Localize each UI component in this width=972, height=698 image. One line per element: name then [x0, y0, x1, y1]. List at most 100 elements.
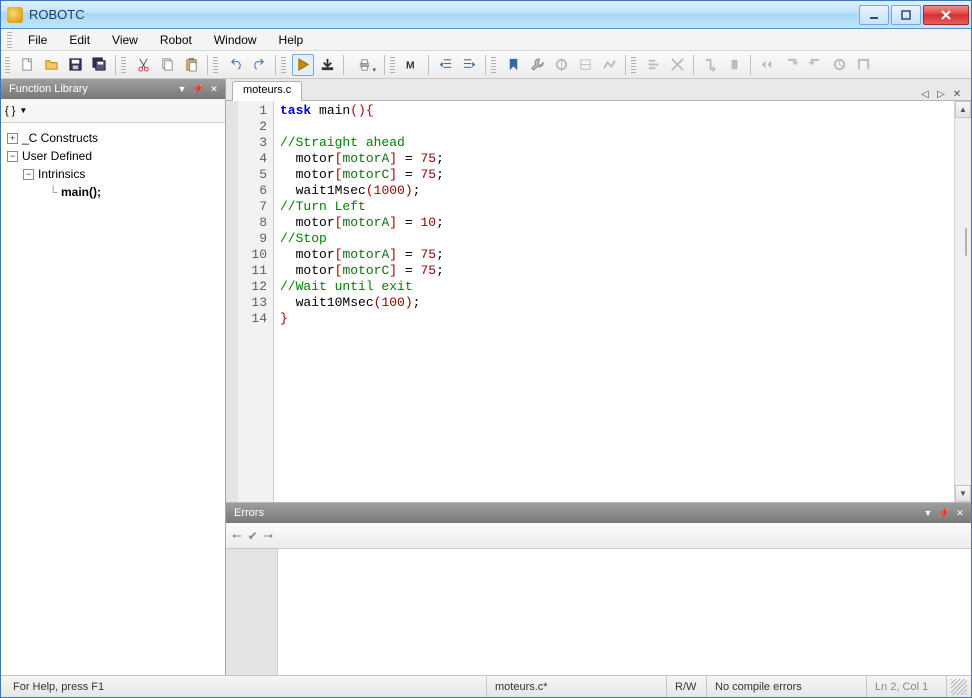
undo-button[interactable] — [224, 54, 246, 76]
tab-next-button[interactable]: ▷ — [933, 89, 949, 100]
menu-view[interactable]: View — [102, 31, 148, 49]
tab-close-button[interactable]: ✕ — [949, 89, 965, 100]
expand-icon[interactable]: + — [7, 133, 18, 144]
tree-node-constructs[interactable]: + _C Constructs — [1, 129, 225, 147]
statusbar: For Help, press F1 moteurs.c* R/W No com… — [1, 675, 971, 697]
editor-area: moteurs.c ◁ ▷ ✕ 1234567891011121314 task… — [226, 79, 971, 675]
status-help: For Help, press F1 — [5, 676, 487, 697]
dropdown-icon[interactable]: ▼ — [921, 506, 935, 520]
editor-margin — [226, 101, 238, 502]
open-file-button[interactable] — [40, 54, 62, 76]
code-content[interactable]: task main(){//Straight ahead motor[motor… — [274, 101, 954, 502]
menu-window[interactable]: Window — [204, 31, 267, 49]
copy-button[interactable] — [156, 54, 178, 76]
file-tab[interactable]: moteurs.c — [232, 81, 302, 101]
run-button-4[interactable] — [828, 54, 850, 76]
toolbar-grip-2[interactable] — [121, 57, 126, 73]
scroll-down-button[interactable]: ▼ — [955, 485, 971, 502]
find-button[interactable]: M — [401, 54, 423, 76]
app-window: ROBOTC File Edit View Robot Window Help — [0, 0, 972, 698]
collapse-icon[interactable]: − — [23, 169, 34, 180]
status-rw: R/W — [667, 676, 707, 697]
filter-icon[interactable]: { } — [5, 105, 15, 117]
toolbar-grip-7[interactable] — [631, 57, 636, 73]
menu-file[interactable]: File — [18, 31, 57, 49]
maximize-button[interactable] — [891, 5, 921, 25]
function-tree[interactable]: + _C Constructs − User Defined − Intrins… — [1, 123, 225, 675]
line-numbers: 1234567891011121314 — [238, 101, 274, 502]
tree-node-main[interactable]: └ main(); — [1, 183, 225, 201]
step-button-1[interactable] — [699, 54, 721, 76]
sidebar-filter: { } ▼ — [1, 99, 225, 123]
save-button[interactable] — [64, 54, 86, 76]
prev-error-button[interactable]: ⭠ — [232, 528, 242, 543]
redo-button[interactable] — [248, 54, 270, 76]
run-button-1[interactable] — [756, 54, 778, 76]
tool-button-1[interactable] — [526, 54, 548, 76]
toolbar: M — [1, 51, 971, 79]
errors-margin — [226, 549, 278, 675]
menubar: File Edit View Robot Window Help — [1, 29, 971, 51]
errors-title: Errors — [234, 507, 264, 519]
toolbar-grip-6[interactable] — [491, 57, 496, 73]
menu-edit[interactable]: Edit — [59, 31, 100, 49]
step-button-2[interactable] — [723, 54, 745, 76]
toolbar-grip-4[interactable] — [281, 57, 286, 73]
collapse-icon[interactable]: − — [7, 151, 18, 162]
status-position: Ln 2, Col 1 — [867, 676, 947, 697]
run-button-2[interactable] — [780, 54, 802, 76]
tree-node-userdefined[interactable]: − User Defined — [1, 147, 225, 165]
errors-header: Errors ▼ 📌 ✕ — [226, 503, 971, 523]
toolbar-grip-3[interactable] — [213, 57, 218, 73]
pin-icon[interactable]: 📌 — [937, 506, 951, 520]
close-panel-icon[interactable]: ✕ — [207, 82, 221, 96]
tool-button-2[interactable] — [550, 54, 572, 76]
download-button[interactable] — [316, 54, 338, 76]
vertical-scrollbar[interactable]: ▲ ▼ — [954, 101, 971, 502]
debug-button-2[interactable] — [666, 54, 688, 76]
window-title: ROBOTC — [29, 7, 857, 22]
paste-button[interactable] — [180, 54, 202, 76]
compile-button[interactable] — [292, 54, 314, 76]
menubar-grip[interactable] — [7, 32, 12, 48]
close-button[interactable] — [923, 5, 969, 25]
svg-text:M: M — [405, 60, 414, 71]
tool-button-3[interactable] — [574, 54, 596, 76]
resize-grip[interactable] — [951, 679, 967, 695]
app-icon — [7, 7, 23, 23]
scroll-up-button[interactable]: ▲ — [955, 101, 971, 118]
cut-button[interactable] — [132, 54, 154, 76]
tool-button-4[interactable] — [598, 54, 620, 76]
menu-robot[interactable]: Robot — [150, 31, 202, 49]
next-error-button[interactable]: ⭢ — [264, 528, 274, 543]
run-button-3[interactable] — [804, 54, 826, 76]
window-controls — [857, 5, 969, 25]
tree-node-intrinsics[interactable]: − Intrinsics — [1, 165, 225, 183]
pin-icon[interactable]: 📌 — [191, 82, 205, 96]
sidebar-title: Function Library — [9, 83, 88, 95]
filter-dropdown-icon[interactable]: ▼ — [19, 106, 27, 115]
scroll-thumb[interactable] — [965, 228, 967, 256]
menu-help[interactable]: Help — [269, 31, 314, 49]
debug-button-1[interactable] — [642, 54, 664, 76]
close-panel-icon[interactable]: ✕ — [953, 506, 967, 520]
toolbar-grip-5[interactable] — [390, 57, 395, 73]
errors-panel: Errors ▼ 📌 ✕ ⭠ ✔ ⭢ — [226, 503, 971, 675]
minimize-button[interactable] — [859, 5, 889, 25]
indent-button[interactable] — [458, 54, 480, 76]
toolbar-grip-1[interactable] — [5, 57, 10, 73]
save-all-button[interactable] — [88, 54, 110, 76]
status-file: moteurs.c* — [487, 676, 667, 697]
bookmark-button[interactable] — [502, 54, 524, 76]
run-button-5[interactable] — [852, 54, 874, 76]
errors-toolbar: ⭠ ✔ ⭢ — [226, 523, 971, 549]
tree-connector: └ — [45, 185, 61, 199]
tab-prev-button[interactable]: ◁ — [917, 89, 933, 100]
print-button[interactable] — [349, 54, 379, 76]
errors-list[interactable] — [226, 549, 971, 675]
outdent-button[interactable] — [434, 54, 456, 76]
dropdown-icon[interactable]: ▼ — [175, 82, 189, 96]
check-button[interactable]: ✔ — [248, 529, 258, 543]
code-editor[interactable]: 1234567891011121314 task main(){//Straig… — [226, 101, 971, 503]
new-file-button[interactable] — [16, 54, 38, 76]
